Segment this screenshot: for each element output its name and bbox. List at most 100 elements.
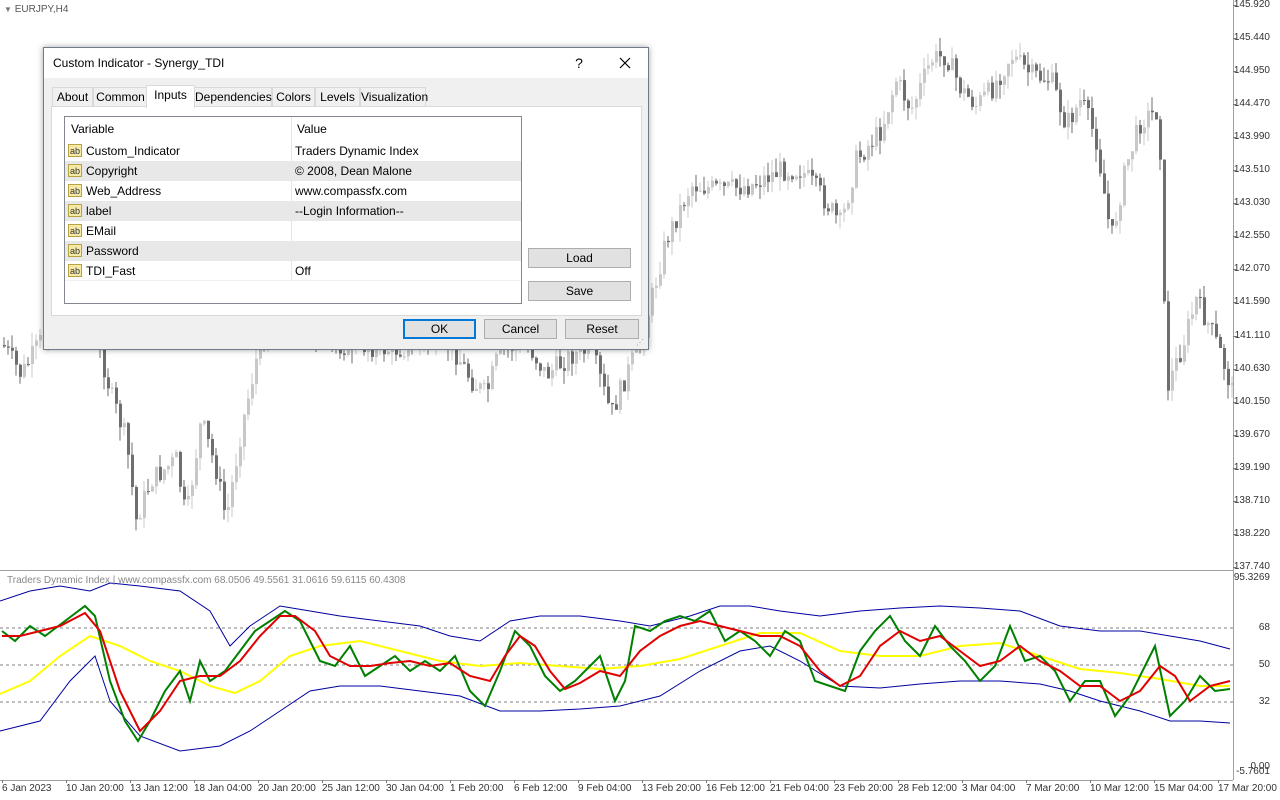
tab-common[interactable]: Common [93,87,148,107]
time-label: 16 Feb 12:00 [706,783,765,794]
ok-button[interactable]: OK [403,319,476,339]
candle-body [915,98,918,108]
indicator-title: Traders Dynamic Index | www.compassfx.co… [7,575,406,586]
candle-body [1215,323,1218,337]
candle-body [535,357,538,364]
candle-body [1219,336,1222,349]
variable-value[interactable]: www.compassfx.com [295,181,407,201]
help-button[interactable]: ? [556,48,602,78]
candle-body [1007,64,1010,77]
price-tick [1233,533,1237,535]
candle-body [463,362,466,364]
tab-colors[interactable]: Colors [272,87,315,107]
cancel-button[interactable]: Cancel [484,319,557,339]
candle-body [887,112,890,124]
candle-body [783,161,786,181]
tab-inputs[interactable]: Inputs [146,85,195,108]
tab-visualization[interactable]: Visualization [360,87,428,107]
candle-body [403,356,406,358]
price-tick [1233,38,1237,40]
candle-body [759,185,762,187]
tdi-indicator-chart[interactable] [0,571,1280,781]
candle-body [191,485,194,496]
tab-dependencies[interactable]: Dependencies [194,87,272,107]
candle-body [895,81,898,96]
chart-menu-icon[interactable]: ▼ [4,5,12,14]
candle-body [223,481,226,510]
candle-body [1059,89,1062,113]
candle-body [867,145,870,160]
time-label: 13 Feb 20:00 [642,783,701,794]
candle-body [1159,119,1162,160]
candle-body [107,377,110,389]
time-tick [258,780,259,783]
candle-body [607,386,610,403]
candle-body [775,172,778,178]
input-row[interactable]: ab Copyright © 2008, Dean Malone [65,161,521,181]
candle-body [1039,70,1042,81]
candle-body [779,161,782,178]
candle-body [15,350,18,365]
close-icon [619,57,631,69]
candle-body [487,383,490,390]
candle-body [879,127,882,141]
candle-body [551,370,554,379]
tab-levels[interactable]: Levels [315,87,360,107]
column-header-value[interactable]: Value [291,117,521,141]
input-row[interactable]: ab label --Login Information-- [65,201,521,221]
candle-body [231,482,234,508]
candle-body [151,486,154,492]
candle-body [799,176,802,178]
price-tick [1233,335,1237,337]
input-row[interactable]: ab Web_Address www.compassfx.com [65,181,521,201]
time-label: 10 Jan 20:00 [66,783,124,794]
candle-body [1043,80,1046,82]
input-row[interactable]: ab TDI_Fast Off [65,261,521,281]
time-label: 20 Jan 20:00 [258,783,316,794]
variable-value[interactable]: Traders Dynamic Index [295,141,419,161]
string-type-icon: ab [68,204,82,217]
candle-body [979,95,982,106]
column-header-variable[interactable]: Variable [65,117,291,141]
candle-body [1183,345,1186,362]
save-button[interactable]: Save [528,281,631,301]
input-row[interactable]: ab Password [65,241,521,261]
string-type-icon: ab [68,264,82,277]
dialog-titlebar[interactable]: Custom Indicator - Synergy_TDI ? [44,48,648,78]
variable-value[interactable]: © 2008, Dean Malone [295,161,412,181]
candle-body [539,363,542,371]
candle-body [575,351,578,364]
candle-body [739,187,742,195]
candle-body [763,175,766,187]
reset-button[interactable]: Reset [565,319,639,339]
candle-body [39,334,42,341]
variable-name: Password [86,244,139,258]
candle-body [667,240,670,243]
variable-value[interactable]: --Login Information-- [295,201,404,221]
candle-body [1199,297,1202,299]
price-label: 143.990 [1233,131,1270,143]
candle-body [159,466,162,481]
candle-body [1195,297,1198,315]
close-button[interactable] [602,48,648,78]
candle-body [227,507,230,510]
time-label: 18 Jan 04:00 [194,783,252,794]
resize-grip-icon[interactable]: ⋰ [636,338,645,347]
time-label: 6 Jan 2023 [2,783,52,794]
candle-body [27,363,30,365]
price-label: 142.070 [1233,263,1270,275]
candle-body [1227,368,1230,386]
variable-value[interactable]: Off [295,261,311,281]
price-label: 145.440 [1233,32,1270,44]
tab-about[interactable]: About [52,87,93,107]
candle-body [147,491,150,493]
candle-body [791,176,794,180]
candle-body [1107,193,1110,220]
candle-body [971,96,974,107]
price-label: 140.150 [1233,395,1270,407]
string-type-icon: ab [68,164,82,177]
input-row[interactable]: ab Custom_Indicator Traders Dynamic Inde… [65,141,521,161]
load-button[interactable]: Load [528,248,631,268]
input-row[interactable]: ab EMail [65,221,521,241]
candle-body [675,221,678,228]
